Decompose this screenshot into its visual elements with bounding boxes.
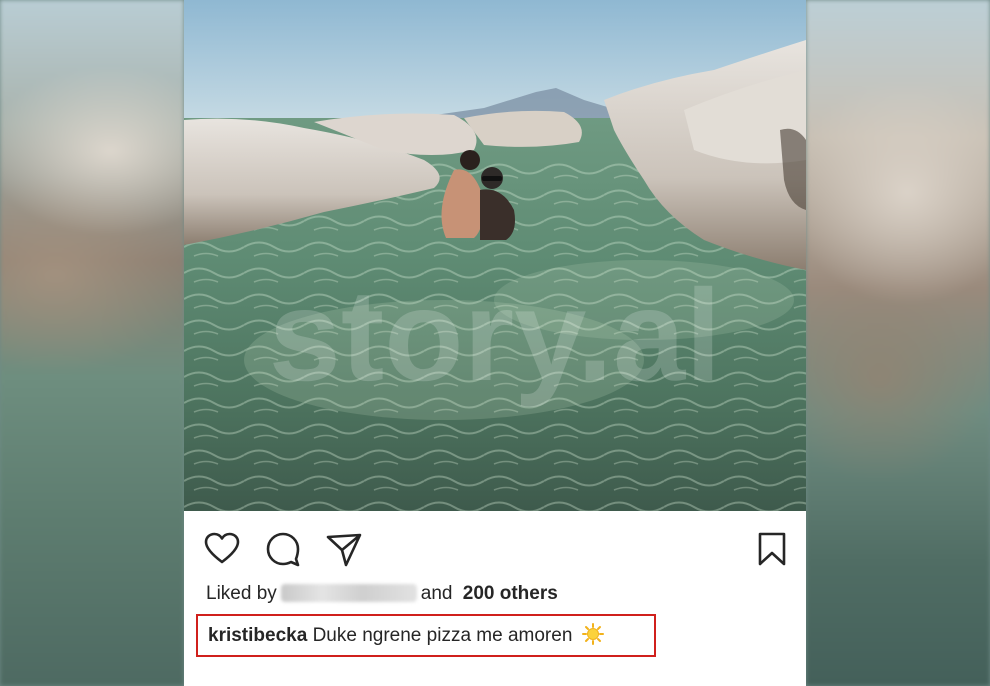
instagram-post: story.al Liked by and 200 others kristibe… xyxy=(184,0,806,686)
post-action-bar xyxy=(184,511,806,583)
likes-summary: Liked by and 200 others xyxy=(206,583,558,605)
others-count-link[interactable]: 200 others xyxy=(463,583,558,604)
send-icon[interactable] xyxy=(324,529,364,569)
comment-icon[interactable] xyxy=(263,529,303,569)
watermark-text: story.al xyxy=(269,262,722,408)
liked-by-connector: and xyxy=(420,583,453,604)
heart-icon[interactable] xyxy=(202,529,242,569)
bookmark-icon[interactable] xyxy=(752,529,792,569)
blurred-background-right xyxy=(806,0,990,686)
caption-highlight-box: kristibecka Duke ngrene pizza me amoren xyxy=(196,614,656,657)
caption-text: Duke ngrene pizza me amoren xyxy=(312,625,573,646)
sun-emoji-icon xyxy=(581,623,604,645)
liked-by-prefix: Liked by xyxy=(206,583,277,604)
blurred-username[interactable] xyxy=(280,584,417,602)
caption-username[interactable]: kristibecka xyxy=(208,625,307,646)
post-photo: story.al xyxy=(184,0,806,511)
blurred-background-left xyxy=(0,0,184,686)
